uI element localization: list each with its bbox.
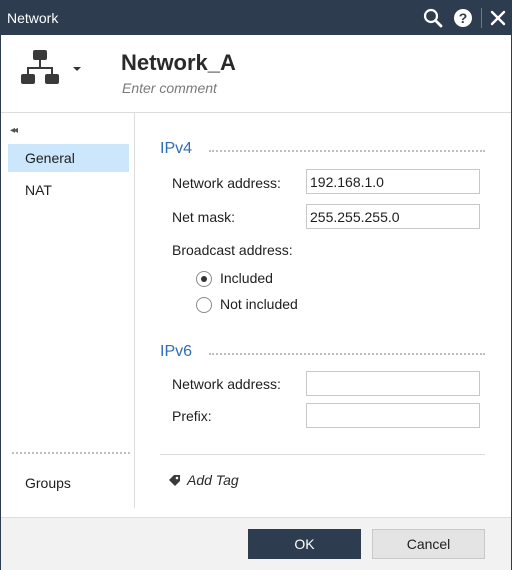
prefix-label: Prefix: bbox=[172, 408, 212, 424]
ipv6-network-address-label: Network address: bbox=[172, 376, 281, 392]
broadcast-address-label: Broadcast address: bbox=[172, 242, 293, 258]
titlebar-divider bbox=[481, 8, 482, 28]
window-title: Network bbox=[7, 10, 59, 26]
object-header: Network_A Enter comment bbox=[1, 35, 511, 113]
sidebar-item-nat[interactable]: NAT bbox=[8, 176, 129, 204]
net-mask-label: Net mask: bbox=[172, 209, 236, 225]
help-icon[interactable]: ? bbox=[452, 7, 474, 29]
dialog-footer: OK Cancel bbox=[1, 517, 511, 570]
search-icon[interactable] bbox=[422, 7, 444, 29]
ipv4-network-address-label: Network address: bbox=[172, 175, 281, 191]
ok-button[interactable]: OK bbox=[248, 529, 361, 559]
radio-included[interactable] bbox=[196, 271, 212, 287]
general-panel: IPv4 Network address: Net mask: Broadcas… bbox=[135, 113, 511, 508]
radio-not-included[interactable] bbox=[196, 297, 212, 313]
chevron-down-icon[interactable] bbox=[73, 67, 81, 71]
radio-not-included-label: Not included bbox=[220, 296, 298, 312]
close-icon[interactable] bbox=[487, 7, 509, 29]
svg-text:?: ? bbox=[459, 10, 468, 26]
ipv4-network-address-input[interactable] bbox=[306, 169, 480, 194]
sidebar: ◂◂ General NAT Groups bbox=[1, 113, 135, 508]
add-tag-label: Add Tag bbox=[187, 472, 239, 488]
tags-divider bbox=[160, 454, 485, 455]
sidebar-item-groups[interactable]: Groups bbox=[8, 469, 129, 497]
ipv4-section-title: IPv4 bbox=[160, 140, 193, 157]
prefix-input[interactable] bbox=[306, 403, 480, 428]
object-name[interactable]: Network_A bbox=[121, 50, 236, 76]
ipv4-section-divider bbox=[209, 150, 485, 152]
sidebar-item-general[interactable]: General bbox=[8, 144, 129, 172]
tag-icon bbox=[168, 474, 181, 487]
double-chevron-left-icon[interactable]: ◂◂ bbox=[10, 125, 18, 136]
ipv6-section-divider bbox=[209, 353, 485, 355]
cancel-button[interactable]: Cancel bbox=[372, 529, 485, 559]
net-mask-input[interactable] bbox=[306, 204, 480, 229]
network-dialog: Network ? Network_A Enter comment ◂◂ Gen… bbox=[0, 0, 512, 570]
comment-field[interactable]: Enter comment bbox=[122, 80, 217, 96]
ipv6-network-address-input[interactable] bbox=[306, 371, 480, 396]
radio-included-label: Included bbox=[220, 270, 273, 286]
network-topology-icon[interactable] bbox=[18, 46, 62, 90]
sidebar-divider bbox=[12, 452, 130, 454]
title-bar: Network ? bbox=[1, 1, 511, 35]
ipv6-section-title: IPv6 bbox=[160, 343, 193, 360]
